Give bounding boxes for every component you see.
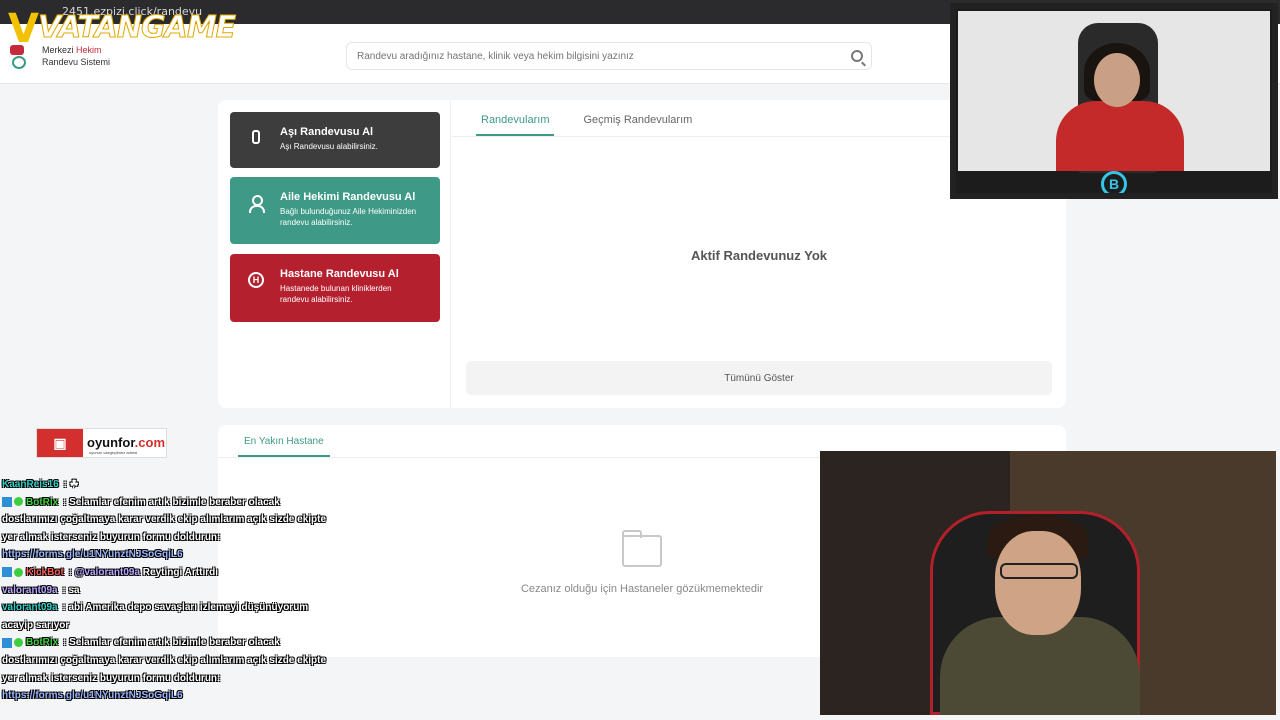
person-icon bbox=[248, 195, 265, 213]
tab-my-appointments[interactable]: Randevularım bbox=[476, 100, 555, 136]
family-doctor-appointment-button[interactable]: Aile Hekimi Randevusu Al Bağlı bulunduğu… bbox=[230, 177, 440, 244]
empty-appointments-message: Aktif Randevunuz Yok bbox=[690, 248, 828, 263]
verified-badge-icon bbox=[14, 638, 23, 648]
channel-logo-icon: B bbox=[1101, 171, 1127, 193]
search-input[interactable] bbox=[347, 43, 827, 69]
sponsor-banner: ▣ oyunfor.com oyunun vazgeçilmez adresi bbox=[36, 428, 167, 458]
stream-chat: KaanReis16 : ☘ BotRix : Selamlar efenim … bbox=[0, 476, 330, 705]
appointment-tabs: Randevularım Geçmiş Randevularım bbox=[476, 100, 697, 136]
tab-past-appointments[interactable]: Geçmiş Randevularım bbox=[578, 100, 697, 136]
stream-brand-logo: V VATANGAME bbox=[8, 6, 237, 52]
chat-message: BotRix : Selamlar efenim artık bizimle b… bbox=[2, 496, 327, 543]
tab-nearest-hospital[interactable]: En Yakın Hastane bbox=[238, 425, 330, 457]
hospital-appointment-button[interactable]: H Hastane Randevusu Al Hastanede bulunan… bbox=[230, 254, 440, 322]
syringe-icon bbox=[252, 130, 260, 144]
mod-badge-icon bbox=[2, 567, 12, 578]
mod-badge-icon bbox=[2, 496, 12, 507]
hospital-icon: H bbox=[248, 272, 264, 288]
search-box bbox=[346, 42, 872, 70]
chat-message: BotRix : Selamlar efenim artık bizimle b… bbox=[2, 637, 327, 684]
chat-message: valorant09a : abi Amerika depo savaşları… bbox=[2, 602, 309, 631]
folder-icon bbox=[622, 530, 662, 567]
chat-message: KickBot : @valorant09a Reytingi Arttırdı bbox=[0, 564, 330, 582]
action-column: Aşı Randevusu Al Aşı Randevusu alabilirs… bbox=[218, 100, 451, 408]
mod-badge-icon bbox=[2, 637, 12, 648]
chat-link: https://forms.gle/u1NYunztNJSoGqiL6 bbox=[2, 690, 183, 702]
webcam-top-right: B bbox=[950, 3, 1278, 199]
search-icon[interactable] bbox=[851, 50, 863, 62]
appointment-card: Aşı Randevusu Al Aşı Randevusu alabilirs… bbox=[218, 100, 1066, 408]
verified-badge-icon bbox=[14, 497, 23, 507]
webcam-bottom-right bbox=[820, 451, 1276, 715]
vaccine-appointment-button[interactable]: Aşı Randevusu Al Aşı Randevusu alabilirs… bbox=[230, 112, 440, 168]
chat-message: KaanReis16 : ☘ bbox=[2, 479, 79, 490]
chat-message: valorant09a : sa bbox=[2, 584, 80, 596]
twitch-icon: ▣ bbox=[37, 429, 83, 457]
verified-badge-icon bbox=[14, 567, 23, 577]
chat-link: https://forms.gle/u1NYunztNJSoGqiL6 bbox=[2, 549, 183, 561]
show-all-button[interactable]: Tümünü Göster bbox=[466, 361, 1052, 395]
